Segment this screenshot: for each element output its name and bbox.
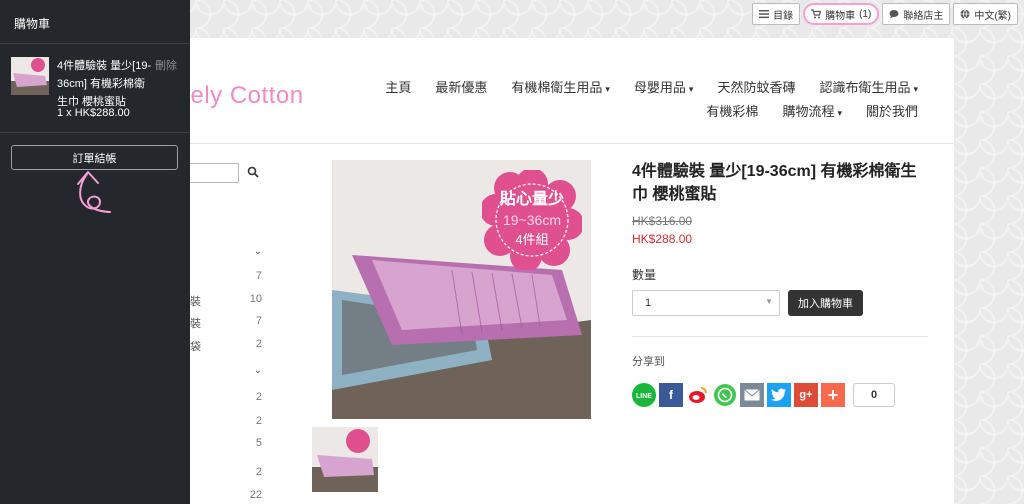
svg-text:LINE: LINE — [636, 393, 652, 400]
nav-cloth-hygiene[interactable]: 認識布衛生用品 ▾ — [819, 77, 918, 96]
nav-shopping-flow-label: 購物流程 — [782, 103, 835, 119]
drawer-title: 購物車 — [14, 17, 51, 31]
sidebar-row-count: 5 — [255, 437, 262, 449]
add-to-cart-button[interactable]: 加入購物車 — [788, 290, 863, 316]
cart-item-photo — [11, 57, 49, 95]
nav-shopping-flow[interactable]: 購物流程 ▾ — [782, 101, 842, 120]
share-count: 0 — [853, 383, 895, 407]
sidebar-row[interactable]: 裝 10 — [190, 293, 270, 308]
list-icon — [759, 10, 770, 19]
more-share-icon[interactable]: + — [821, 383, 845, 407]
email-share-icon[interactable] — [740, 383, 764, 407]
sidebar-row-count: 7 — [255, 315, 262, 327]
globe-icon — [960, 9, 970, 19]
badge-line-1: 貼心量少 — [499, 191, 564, 208]
sidebar-row-count: 2 — [255, 391, 262, 403]
details-divider — [632, 336, 928, 337]
top-utility-bar: 目錄 購物車 (1) 聯絡店主 中文(繁) — [752, 3, 1018, 25]
sidebar-row-count: 22 — [249, 489, 262, 501]
caret-down-icon: ▾ — [605, 83, 610, 94]
catalog-label: 目錄 — [773, 10, 794, 22]
sidebar-row[interactable]: 22 — [190, 489, 270, 503]
chevron-down-icon[interactable]: ⌄ — [254, 246, 262, 257]
nav-mother-baby[interactable]: 母嬰用品 ▾ — [634, 77, 694, 96]
main-panel: vely Cotton 主頁 最新優惠 有機棉衛生用品 ▾ 母嬰用品 ▾ 天然防蚊香… — [178, 38, 954, 504]
cart-item-price: 1 x HK$288.00 — [57, 107, 130, 119]
nav-home[interactable]: 主頁 — [385, 77, 411, 96]
search-input[interactable] — [186, 163, 239, 183]
site-logo[interactable]: vely Cotton — [178, 82, 304, 110]
sidebar-row-count: 2 — [255, 466, 262, 478]
cart-item-delete[interactable]: 刪除 — [155, 57, 177, 73]
contact-button[interactable]: 聯絡店主 — [882, 3, 951, 25]
nav-organic-hygiene-label: 有機棉衛生用品 — [511, 79, 603, 95]
line-share-icon[interactable]: LINE — [632, 383, 656, 407]
language-button[interactable]: 中文(繁) — [953, 3, 1018, 25]
drawer-divider — [0, 132, 190, 133]
product-details: 4件體驗裝 量少[19-36cm] 有機彩棉衛生巾 櫻桃蜜貼 HK$316.00… — [632, 160, 932, 407]
drawer-divider — [0, 43, 190, 44]
annotation-arrow-icon — [77, 171, 111, 213]
quantity-label: 數量 — [632, 268, 657, 282]
badge-line-3: 4件組 — [515, 232, 549, 247]
cart-icon — [811, 9, 822, 19]
caret-down-icon: ▾ — [688, 83, 694, 94]
chevron-down-icon[interactable]: ⌄ — [254, 365, 262, 376]
twitter-share-icon[interactable] — [767, 383, 791, 407]
sidebar-row-count: 2 — [255, 415, 262, 427]
product-thumbnail[interactable] — [312, 427, 378, 492]
sidebar-row[interactable]: 裝7 — [190, 315, 270, 330]
nav-color-cotton[interactable]: 有機彩棉 — [706, 101, 758, 120]
sidebar-row-count: 2 — [255, 338, 262, 350]
whatsapp-share-icon[interactable] — [713, 383, 737, 407]
sidebar-row-count: 10 — [249, 293, 262, 305]
nav-offers[interactable]: 最新優惠 — [435, 77, 487, 96]
sidebar-row[interactable]: 7 — [190, 270, 270, 284]
quantity-value: 1 — [645, 297, 652, 309]
header-divider — [190, 143, 954, 144]
cart-item-thumbnail[interactable] — [11, 57, 49, 95]
nav-about[interactable]: 關於我們 — [866, 101, 918, 120]
sidebar-row[interactable]: 2 — [190, 466, 270, 480]
language-label: 中文(繁) — [974, 10, 1011, 22]
cart-drawer: 購物車 4件體驗裝 量少[19-36cm] 有機彩棉衛生巾 櫻桃蜜貼 刪除 1 … — [0, 0, 190, 504]
thumbnail-photo — [312, 427, 378, 492]
main-nav: 主頁 最新優惠 有機棉衛生用品 ▾ 母嬰用品 ▾ 天然防蚊香磚 認識布衛生用品 ▾ 有… — [358, 74, 918, 122]
cart-count: (1) — [859, 8, 872, 20]
sidebar-row-count: 7 — [255, 270, 262, 282]
search-icon[interactable] — [247, 166, 259, 178]
share-buttons: LINE f g+ + 0 — [632, 383, 932, 407]
facebook-share-icon[interactable]: f — [659, 383, 683, 407]
caret-down-icon: ▾ — [913, 83, 918, 94]
share-label: 分享到 — [632, 356, 665, 368]
nav-mother-baby-label: 母嬰用品 — [633, 79, 686, 95]
nav-row-1: 主頁 最新優惠 有機棉衛生用品 ▾ 母嬰用品 ▾ 天然防蚊香磚 認識布衛生用品 ▾ — [358, 74, 918, 98]
product-image[interactable]: 貼心量少 19~36cm 4件組 — [332, 160, 591, 419]
original-price: HK$316.00 — [632, 214, 693, 228]
badge-text: 貼心量少 19~36cm 4件組 — [482, 190, 582, 250]
cart-item-name[interactable]: 4件體驗裝 量少[19-36cm] 有機彩棉衛生巾 櫻桃蜜貼 — [57, 57, 153, 111]
contact-label: 聯絡店主 — [903, 10, 944, 22]
cart-button[interactable]: 購物車 (1) — [803, 3, 880, 25]
sale-price: HK$288.00 — [632, 232, 693, 246]
sidebar-row[interactable]: 袋2 — [190, 338, 270, 353]
sidebar-row[interactable]: 2 — [190, 415, 270, 429]
catalog-button[interactable]: 目錄 — [752, 3, 801, 25]
nav-mosquito-brick[interactable]: 天然防蚊香磚 — [717, 77, 795, 96]
nav-row-2: 有機彩棉 購物流程 ▾ 關於我們 — [358, 98, 918, 122]
product-title: 4件體驗裝 量少[19-36cm] 有機彩棉衛生巾 櫻桃蜜貼 — [632, 163, 917, 203]
nav-organic-hygiene[interactable]: 有機棉衛生用品 ▾ — [511, 77, 610, 96]
quantity-select[interactable]: 1 ▼ — [632, 290, 780, 316]
badge-line-2: 19~36cm — [503, 212, 561, 228]
weibo-share-icon[interactable] — [686, 383, 710, 407]
sidebar-row[interactable]: 2 — [190, 391, 270, 405]
chat-bubble-icon — [889, 10, 899, 19]
sidebar-row[interactable]: 5 — [190, 437, 270, 451]
quantity-row: 1 ▼ 加入購物車 — [632, 290, 932, 316]
nav-cloth-hygiene-label: 認識布衛生用品 — [819, 79, 911, 95]
google-plus-share-icon[interactable]: g+ — [794, 383, 818, 407]
cart-label: 購物車 — [825, 10, 856, 22]
dropdown-arrow-icon: ▼ — [765, 297, 773, 306]
caret-down-icon: ▾ — [837, 107, 842, 118]
